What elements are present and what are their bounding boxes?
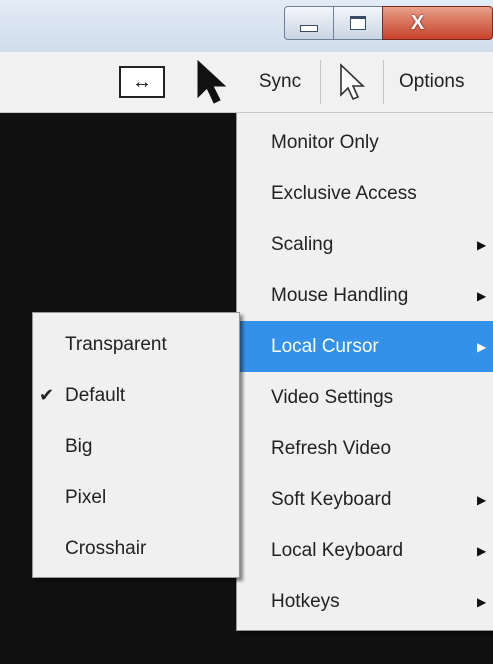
menu-item-label: Scaling bbox=[271, 233, 334, 255]
submenu-arrow-icon: ▶ bbox=[477, 339, 487, 354]
menu-item-local-cursor[interactable]: Local Cursor ▶ bbox=[237, 321, 493, 372]
submenu-item-crosshair[interactable]: Crosshair bbox=[33, 523, 239, 574]
title-bar: X bbox=[0, 0, 493, 53]
menu-item-label: Mouse Handling bbox=[271, 284, 409, 306]
menu-item-refresh-video[interactable]: Refresh Video bbox=[237, 423, 493, 474]
minimize-icon bbox=[300, 24, 318, 32]
local-cursor-submenu: Transparent ✔ Default Big Pixel Crosshai… bbox=[32, 312, 240, 578]
maximize-icon bbox=[350, 16, 366, 30]
submenu-item-label: Crosshair bbox=[65, 537, 147, 559]
submenu-item-label: Transparent bbox=[65, 333, 167, 355]
cursor-button[interactable] bbox=[186, 52, 238, 112]
fit-window-icon: ↔ bbox=[119, 66, 165, 98]
submenu-item-big[interactable]: Big bbox=[33, 421, 239, 472]
submenu-arrow-icon: ▶ bbox=[477, 492, 487, 507]
submenu-arrow-icon: ▶ bbox=[477, 288, 487, 303]
menu-item-label: Video Settings bbox=[271, 386, 394, 408]
arrow-cursor-icon bbox=[197, 59, 227, 104]
menu-item-local-keyboard[interactable]: Local Keyboard ▶ bbox=[237, 525, 493, 576]
submenu-arrow-icon: ▶ bbox=[477, 594, 487, 609]
menu-item-scaling[interactable]: Scaling ▶ bbox=[237, 219, 493, 270]
menu-item-hotkeys[interactable]: Hotkeys ▶ bbox=[237, 576, 493, 627]
sync-button[interactable]: Sync bbox=[240, 52, 320, 112]
menu-item-video-settings[interactable]: Video Settings bbox=[237, 372, 493, 423]
close-button[interactable]: X bbox=[382, 6, 493, 40]
menu-item-soft-keyboard[interactable]: Soft Keyboard ▶ bbox=[237, 474, 493, 525]
menu-item-label: Refresh Video bbox=[271, 437, 392, 459]
menu-item-label: Hotkeys bbox=[271, 590, 340, 612]
minimize-button[interactable] bbox=[284, 6, 334, 40]
fit-window-button[interactable]: ↔ bbox=[108, 52, 176, 112]
submenu-arrow-icon: ▶ bbox=[477, 237, 487, 252]
close-icon: X bbox=[410, 11, 425, 34]
menu-item-label: Local Cursor bbox=[271, 335, 379, 357]
options-button[interactable]: Options bbox=[387, 52, 493, 112]
submenu-item-label: Pixel bbox=[65, 486, 107, 508]
menu-item-label: Local Keyboard bbox=[271, 539, 404, 561]
menu-item-label: Exclusive Access bbox=[271, 182, 417, 204]
menu-item-monitor-only[interactable]: Monitor Only bbox=[237, 117, 493, 168]
submenu-item-label: Big bbox=[65, 435, 93, 457]
submenu-item-pixel[interactable]: Pixel bbox=[33, 472, 239, 523]
menu-item-mouse-handling[interactable]: Mouse Handling ▶ bbox=[237, 270, 493, 321]
hand-cursor-button[interactable] bbox=[324, 52, 382, 112]
maximize-button[interactable] bbox=[333, 6, 383, 40]
fit-window-glyph: ↔ bbox=[132, 71, 152, 93]
submenu-item-default[interactable]: ✔ Default bbox=[33, 370, 239, 421]
menu-item-label: Soft Keyboard bbox=[271, 488, 392, 510]
menu-item-label: Monitor Only bbox=[271, 131, 379, 153]
toolbar-separator bbox=[383, 60, 384, 104]
checkmark-icon: ✔ bbox=[39, 385, 55, 405]
toolbar: ↔ Sync Options bbox=[0, 52, 493, 113]
hand-cursor-outline-icon bbox=[340, 63, 365, 101]
options-menu: Monitor Only Exclusive Access Scaling ▶ … bbox=[236, 113, 493, 631]
toolbar-separator bbox=[320, 60, 321, 104]
submenu-item-transparent[interactable]: Transparent bbox=[33, 319, 239, 370]
submenu-arrow-icon: ▶ bbox=[477, 543, 487, 558]
menu-item-exclusive-access[interactable]: Exclusive Access bbox=[237, 168, 493, 219]
submenu-item-label: Default bbox=[65, 384, 126, 406]
